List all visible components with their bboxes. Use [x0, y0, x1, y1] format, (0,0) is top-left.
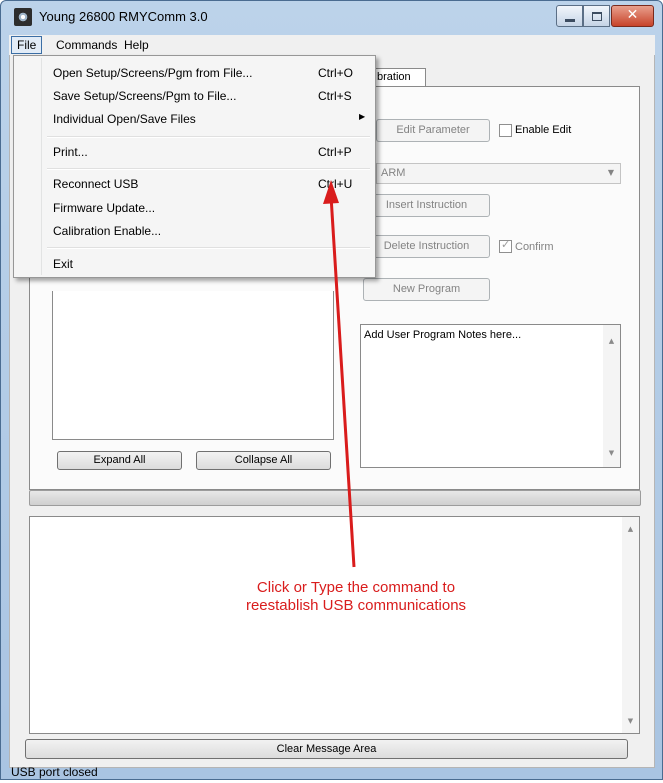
menu-item-shortcut: Ctrl+O — [318, 66, 354, 80]
notes-scrollbar[interactable]: ▲ ▼ — [603, 325, 620, 467]
close-icon: ✕ — [626, 7, 639, 23]
close-button[interactable]: ✕ — [611, 5, 654, 27]
callout-line-2: reestablish USB communications — [245, 597, 467, 614]
instruction-select[interactable]: ARM ▼ — [376, 163, 621, 184]
menu-item-label: Individual Open/Save Files — [53, 112, 196, 126]
menu-commands[interactable]: Commands — [51, 37, 122, 53]
collapse-all-button[interactable]: Collapse All — [196, 451, 331, 470]
menu-item-calibration-enable[interactable]: Calibration Enable... — [17, 220, 372, 242]
clear-message-area-button[interactable]: Clear Message Area — [25, 739, 628, 759]
menu-item-reconnect-usb[interactable]: Reconnect USB Ctrl+U — [17, 173, 372, 195]
menu-bar: File Commands Help — [9, 35, 655, 55]
message-area[interactable]: ▲ ▼ — [29, 516, 640, 734]
minimize-icon — [565, 19, 575, 22]
insert-instruction-button[interactable]: Insert Instruction — [363, 194, 490, 217]
callout-text: Click or Type the command to reestablish… — [171, 579, 541, 615]
confirm-label: Confirm — [515, 241, 554, 253]
new-program-button[interactable]: New Program — [363, 278, 490, 301]
status-bar-text: USB port closed — [11, 765, 98, 779]
menu-item-shortcut: Ctrl+U — [318, 177, 353, 191]
expand-all-button[interactable]: Expand All — [57, 451, 182, 470]
program-tree[interactable] — [52, 291, 334, 440]
scroll-up-icon[interactable]: ▲ — [622, 525, 639, 533]
maximize-button[interactable] — [583, 5, 610, 27]
menu-separator — [47, 136, 370, 138]
message-scrollbar[interactable]: ▲ ▼ — [622, 517, 639, 733]
menu-item-print[interactable]: Print... Ctrl+P — [17, 141, 372, 163]
callout-line-1: Click or Type the command to — [256, 579, 456, 596]
delete-instruction-button[interactable]: Delete Instruction — [363, 235, 490, 258]
tab-calibration[interactable]: bration — [372, 68, 426, 87]
menu-item-label: Firmware Update... — [53, 201, 156, 215]
title-bar[interactable]: Young 26800 RMYComm 3.0 ✕ — [1, 1, 662, 35]
menu-item-open-setup[interactable]: Open Setup/Screens/Pgm from File... Ctrl… — [17, 62, 372, 84]
menu-item-exit[interactable]: Exit — [17, 253, 372, 275]
scroll-down-icon[interactable]: ▼ — [622, 717, 639, 725]
menu-help[interactable]: Help — [119, 37, 154, 53]
program-notes-textarea[interactable]: Add User Program Notes here... ▲ ▼ — [360, 324, 621, 468]
minimize-button[interactable] — [556, 5, 583, 27]
scroll-down-icon[interactable]: ▼ — [603, 449, 620, 457]
menu-separator — [47, 168, 370, 170]
window-title: Young 26800 RMYComm 3.0 — [39, 9, 208, 24]
notes-placeholder: Add User Program Notes here... — [364, 329, 522, 341]
menu-item-save-setup[interactable]: Save Setup/Screens/Pgm to File... Ctrl+S — [17, 85, 372, 107]
menu-item-shortcut: Ctrl+P — [318, 145, 352, 159]
scroll-up-icon[interactable]: ▲ — [603, 337, 620, 345]
menu-item-shortcut: Ctrl+S — [318, 89, 352, 103]
submenu-arrow-icon: ▶ — [359, 112, 366, 121]
menu-item-label: Calibration Enable... — [53, 224, 162, 238]
menu-separator — [47, 247, 370, 249]
maximize-icon — [592, 12, 602, 21]
menu-item-individual-files[interactable]: Individual Open/Save Files ▶ — [17, 108, 372, 130]
file-menu-dropdown: Open Setup/Screens/Pgm from File... Ctrl… — [13, 55, 376, 278]
enable-edit-checkbox[interactable] — [499, 124, 512, 137]
app-logo-icon — [14, 8, 32, 26]
menu-item-label: Save Setup/Screens/Pgm to File... — [53, 89, 237, 103]
menu-item-firmware-update[interactable]: Firmware Update... — [17, 197, 372, 219]
chevron-down-icon: ▼ — [607, 168, 614, 177]
menu-item-label: Print... — [53, 145, 88, 159]
menu-item-label: Open Setup/Screens/Pgm from File... — [53, 66, 253, 80]
progress-bar — [29, 490, 641, 506]
app-window: Young 26800 RMYComm 3.0 ✕ File Commands … — [0, 0, 663, 780]
instruction-select-value: ARM — [381, 167, 406, 179]
confirm-checkbox[interactable] — [499, 238, 512, 253]
menu-item-label: Exit — [53, 257, 74, 271]
menu-item-label: Reconnect USB — [53, 177, 139, 191]
menu-file[interactable]: File — [11, 36, 43, 54]
edit-parameter-button[interactable]: Edit Parameter — [376, 119, 490, 142]
enable-edit-label: Enable Edit — [515, 124, 572, 136]
